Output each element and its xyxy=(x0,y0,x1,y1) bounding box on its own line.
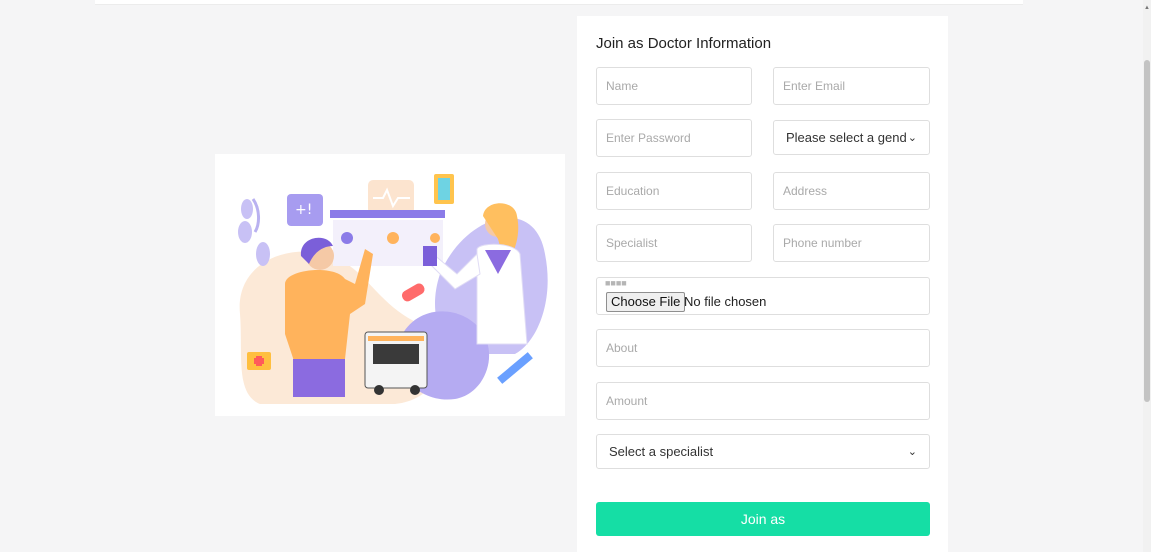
top-header-strip xyxy=(95,0,1023,5)
specialist-select[interactable]: Select a specialist ⌄ xyxy=(596,434,930,469)
file-status-text: No file chosen xyxy=(684,294,767,309)
scrollbar-thumb[interactable] xyxy=(1144,60,1150,402)
education-input[interactable] xyxy=(596,172,752,210)
scroll-up-arrow-icon[interactable]: ▲ xyxy=(1143,4,1151,12)
choose-file-button[interactable]: Choose File xyxy=(606,292,686,312)
chevron-down-icon: ⌄ xyxy=(907,132,917,144)
password-input[interactable] xyxy=(596,119,752,157)
doctor-illustration: +! xyxy=(215,154,565,416)
doctor-patient-illustration-svg: +! xyxy=(238,174,548,404)
amount-input[interactable] xyxy=(596,382,930,420)
gender-select[interactable]: Please select a gend ⌄ xyxy=(773,120,930,155)
doctor-form-card: Join as Doctor Information Please select… xyxy=(577,16,948,552)
about-input[interactable] xyxy=(596,329,930,367)
svg-text:+!: +! xyxy=(295,202,312,218)
join-as-button[interactable]: Join as xyxy=(596,502,930,536)
photo-file-input[interactable]: ■■■■ Choose File No file chosen xyxy=(596,277,930,315)
file-input-ghost-text: ■■■■ xyxy=(605,278,627,288)
gender-select-value: Please select a gend xyxy=(786,130,907,145)
chevron-down-icon: ⌄ xyxy=(907,446,917,458)
specialist-input[interactable] xyxy=(596,224,752,262)
name-input[interactable] xyxy=(596,67,752,105)
phone-input[interactable] xyxy=(773,224,930,262)
form-title: Join as Doctor Information xyxy=(596,35,772,52)
address-input[interactable] xyxy=(773,172,930,210)
specialist-select-value: Select a specialist xyxy=(609,444,714,459)
page-scrollbar[interactable]: ▲ xyxy=(1143,0,1151,552)
email-input[interactable] xyxy=(773,67,930,105)
